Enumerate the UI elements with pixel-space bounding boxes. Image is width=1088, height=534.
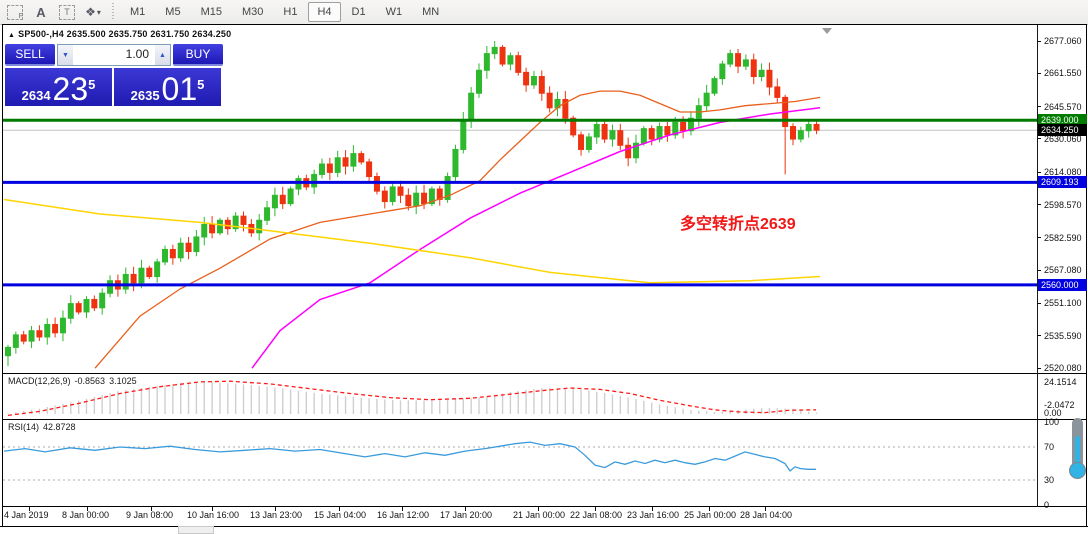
time-axis-label: 23 Jan 16:00 xyxy=(627,510,679,520)
sell-price-display[interactable]: 2634 23 5 xyxy=(5,68,112,106)
price-axis-label: 2677.060 xyxy=(1044,36,1082,46)
sell-price-main: 23 xyxy=(53,75,89,103)
time-axis-tick xyxy=(29,507,30,511)
time-axis-label: 9 Jan 08:00 xyxy=(126,510,173,520)
rsi-axis-label: 30 xyxy=(1044,475,1054,485)
macd-label: MACD(12,26,9)-0.85633.1025 xyxy=(8,376,141,386)
buy-price-display[interactable]: 2635 01 5 xyxy=(114,68,221,106)
rsi-axis-label: 70 xyxy=(1044,442,1054,452)
time-axis-label: 13 Jan 23:00 xyxy=(250,510,302,520)
price-axis-label: 2645.570 xyxy=(1044,102,1082,112)
buy-price-main: 01 xyxy=(162,75,198,103)
time-axis-tick xyxy=(151,507,152,511)
price-axis-tick xyxy=(1037,237,1041,238)
time-axis-label: 28 Jan 04:00 xyxy=(740,510,792,520)
timeframe-button-h4[interactable]: H4 xyxy=(308,2,340,22)
price-axis-tick xyxy=(1037,335,1041,336)
time-axis-tick xyxy=(275,507,276,511)
price-axis-tick xyxy=(1037,204,1041,205)
time-axis-tick xyxy=(339,507,340,511)
sell-button[interactable]: SELL xyxy=(5,44,55,66)
text-box-tool-icon[interactable]: T xyxy=(56,3,78,21)
price-axis-separator xyxy=(1037,25,1038,507)
timeframe-button-m30[interactable]: M30 xyxy=(233,2,272,22)
volume-decrease-button[interactable]: ▼ xyxy=(58,45,73,65)
toolbar-separator xyxy=(112,3,114,21)
chart-title: ▲SP500-,H4 2635.500 2635.750 2631.750 26… xyxy=(8,29,231,39)
price-axis-tick xyxy=(1037,138,1041,139)
macd-axis-label: 24.1514 xyxy=(1044,377,1077,387)
time-axis-tick xyxy=(595,507,596,511)
price-axis-label: 2567.080 xyxy=(1044,265,1082,275)
chart-text-annotation: 多空转折点2639 xyxy=(680,210,796,234)
price-axis-label: 2551.100 xyxy=(1044,298,1082,308)
price-axis-label: 2661.550 xyxy=(1044,68,1082,78)
timeframe-button-w1[interactable]: W1 xyxy=(377,2,412,22)
timeframe-button-mn[interactable]: MN xyxy=(413,2,448,22)
price-tag: 2560.000 xyxy=(1038,279,1087,291)
sell-price-prefix: 2634 xyxy=(22,89,51,103)
time-axis-tick xyxy=(538,507,539,511)
price-axis-tick xyxy=(1037,73,1041,74)
buy-button[interactable]: BUY xyxy=(173,44,223,66)
time-axis-tick xyxy=(709,507,710,511)
volume-spinner: ▼ 1.00 ▲ xyxy=(57,44,171,66)
macd-indicator-pane[interactable] xyxy=(3,374,1037,419)
price-axis-label: 2582.590 xyxy=(1044,233,1082,243)
time-axis-label: 21 Jan 00:00 xyxy=(513,510,565,520)
trading-terminal: F A T ❖ ▾ M1M5M15M30H1H4D1W1MN ▲SP500-,H… xyxy=(0,0,1088,534)
arrow-objects-tool-icon[interactable]: ❖ ▾ xyxy=(82,3,104,21)
time-axis-label: 4 Jan 2019 xyxy=(4,510,49,520)
dropdown-caret-icon[interactable]: ▾ xyxy=(97,8,101,17)
time-axis-label: 10 Jan 16:00 xyxy=(187,510,239,520)
time-axis-tick xyxy=(465,507,466,511)
volume-increase-button[interactable]: ▲ xyxy=(155,45,170,65)
time-axis-tick xyxy=(402,507,403,511)
one-click-trading-panel: SELL ▼ 1.00 ▲ BUY 2634 23 5 2635 01 5 xyxy=(5,44,223,106)
price-tag: 2634.250 xyxy=(1038,124,1087,136)
time-axis-label: 22 Jan 08:00 xyxy=(570,510,622,520)
price-tag: 2609.193 xyxy=(1038,176,1087,188)
rsi-label: RSI(14)42.8728 xyxy=(8,422,80,432)
buy-price-pip: 5 xyxy=(197,70,204,100)
price-axis-label: 2520.080 xyxy=(1044,363,1082,373)
toolbar: F A T ❖ ▾ M1M5M15M30H1H4D1W1MN xyxy=(0,0,1088,25)
price-axis-tick xyxy=(1037,368,1041,369)
volume-input[interactable]: 1.00 xyxy=(73,45,155,65)
thermometer-icon xyxy=(1069,418,1087,482)
time-axis-label: 17 Jan 20:00 xyxy=(440,510,492,520)
price-axis-tick xyxy=(1037,172,1041,173)
timeframe-button-m15[interactable]: M15 xyxy=(192,2,231,22)
timeframe-button-d1[interactable]: D1 xyxy=(343,2,375,22)
price-axis-tick xyxy=(1037,106,1041,107)
crosshair-frame-tool-icon[interactable]: F xyxy=(4,3,26,21)
text-label-tool-icon[interactable]: A xyxy=(30,3,52,21)
timeframe-button-m1[interactable]: M1 xyxy=(121,2,154,22)
sell-price-pip: 5 xyxy=(88,70,95,100)
horizontal-scrollbar[interactable] xyxy=(0,526,1088,534)
scrollbar-thumb[interactable] xyxy=(178,526,214,534)
time-axis-label: 25 Jan 00:00 xyxy=(684,510,736,520)
price-axis-tick xyxy=(1037,270,1041,271)
price-axis-tick xyxy=(1037,41,1041,42)
chart-shift-marker-icon[interactable] xyxy=(822,28,832,34)
time-axis-tick xyxy=(212,507,213,511)
buy-price-prefix: 2635 xyxy=(131,89,160,103)
time-axis-label: 15 Jan 04:00 xyxy=(314,510,366,520)
price-axis-label: 2535.590 xyxy=(1044,331,1082,341)
rsi-axis-label: 0 xyxy=(1044,500,1049,510)
rsi-indicator-pane[interactable] xyxy=(3,420,1037,506)
timeframe-button-m5[interactable]: M5 xyxy=(156,2,189,22)
timeframe-button-h1[interactable]: H1 xyxy=(274,2,306,22)
price-axis-label: 2598.570 xyxy=(1044,200,1082,210)
rsi-axis-label: 100 xyxy=(1044,417,1059,427)
price-axis-tick xyxy=(1037,303,1041,304)
time-axis-label: 8 Jan 00:00 xyxy=(62,510,109,520)
time-axis-tick xyxy=(87,507,88,511)
pane-separator-rsi-bottom xyxy=(2,506,1086,507)
time-axis-tick xyxy=(652,507,653,511)
symbol-marker-icon: ▲ xyxy=(8,32,15,39)
time-axis-label: 16 Jan 12:00 xyxy=(377,510,429,520)
time-axis-tick xyxy=(765,507,766,511)
